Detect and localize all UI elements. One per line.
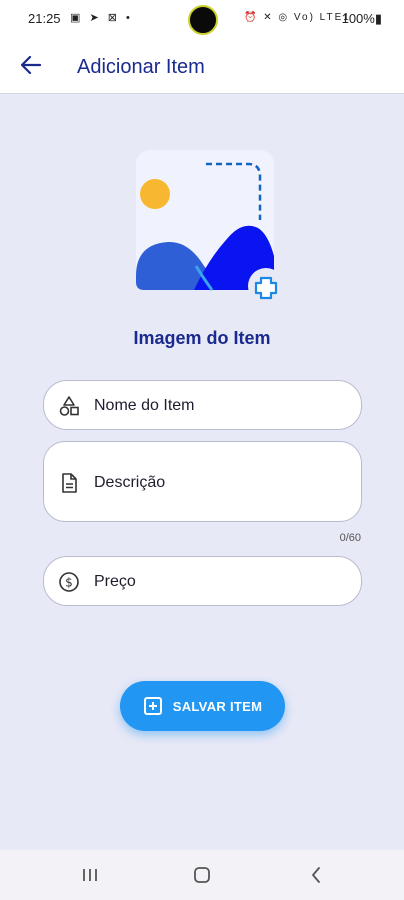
recent-apps-icon bbox=[83, 869, 97, 881]
status-notification-icons: ▣ ➤ ⊠ • bbox=[70, 12, 133, 24]
description-char-counter: 0/60 bbox=[339, 532, 361, 544]
chevron-left-icon bbox=[312, 867, 320, 883]
status-system-icons: ⏰ ✕ ◎ Vo) LTE1 bbox=[244, 12, 351, 23]
arrow-left-icon bbox=[21, 56, 41, 74]
battery-indicator: 100%▮ bbox=[341, 11, 382, 26]
shapes-icon bbox=[59, 396, 79, 416]
add-photo-icon bbox=[136, 150, 284, 304]
item-name-placeholder: Nome do Item bbox=[94, 397, 195, 414]
svg-text:$: $ bbox=[65, 576, 73, 590]
image-picker[interactable] bbox=[134, 148, 290, 304]
app-bar: Adicionar Item bbox=[0, 36, 404, 94]
status-time: 21:25 bbox=[28, 11, 61, 26]
image-caption: Imagem do Item bbox=[133, 328, 271, 348]
save-button-label: SALVAR ITEM bbox=[172, 698, 263, 714]
item-name-field[interactable]: Nome do Item bbox=[43, 380, 362, 430]
price-placeholder: Preço bbox=[94, 573, 136, 590]
status-bar: 21:25 ▣ ➤ ⊠ • ⏰ ✕ ◎ Vo) LTE1 100%▮ bbox=[0, 0, 404, 36]
home-icon bbox=[194, 867, 210, 883]
dollar-circle-icon: $ bbox=[59, 572, 79, 592]
system-nav-bar bbox=[0, 850, 404, 900]
camera-cutout bbox=[188, 5, 218, 35]
back-button[interactable] bbox=[12, 46, 50, 84]
page-title: Adicionar Item bbox=[77, 56, 205, 78]
home-button[interactable] bbox=[188, 862, 216, 888]
document-icon bbox=[62, 473, 77, 493]
description-field[interactable]: Descrição bbox=[43, 441, 362, 522]
add-box-icon bbox=[143, 697, 162, 715]
recent-apps-button[interactable] bbox=[76, 862, 104, 888]
description-placeholder: Descrição bbox=[94, 474, 166, 491]
price-field[interactable]: $ Preço bbox=[43, 556, 362, 606]
save-item-button[interactable]: SALVAR ITEM bbox=[120, 681, 285, 731]
back-nav-button[interactable] bbox=[302, 862, 330, 888]
